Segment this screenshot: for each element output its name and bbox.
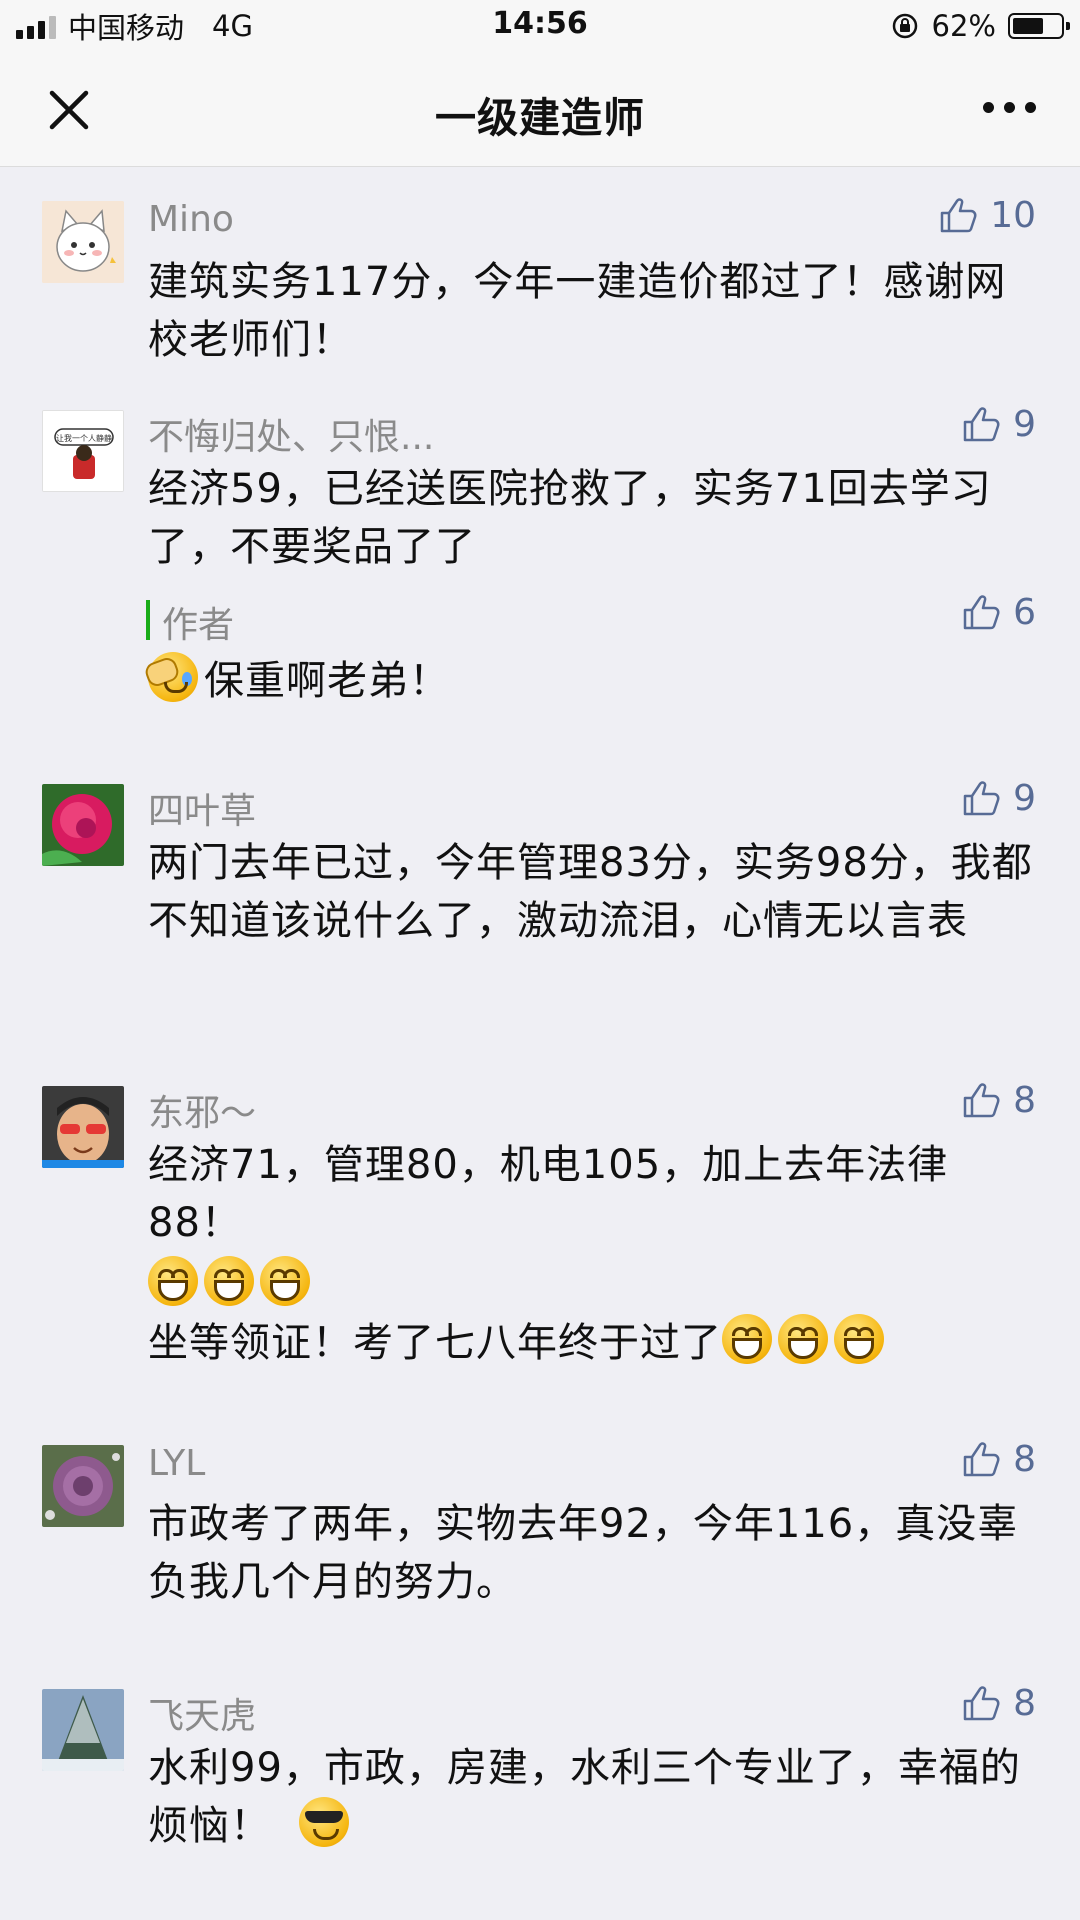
comment-text: 两门去年已过，今年管理83分，实务98分，我都不知道该说什么了，激动流泪，心情无…: [148, 840, 1033, 944]
thumbs-up-icon: [963, 1442, 1000, 1477]
status-bar: 中国移动 4G 14:56 62%: [0, 0, 1080, 52]
like-count: 8: [1013, 1079, 1036, 1121]
comment-author[interactable]: 四叶草: [148, 782, 256, 834]
grin-emoji-icon: [834, 1314, 884, 1364]
comment-item: 四叶草 9 两门去年已过，今年管理83分，实务98分，我都不知道该说什么了，激动…: [0, 778, 1080, 1054]
grin-emoji-icon: [778, 1314, 828, 1364]
like-count: 10: [990, 194, 1036, 236]
comment-text: 经济59，已经送医院抢救了，实务71回去学习了，不要奖品了了: [148, 466, 992, 570]
thumbs-up-icon: [963, 1083, 1000, 1118]
comment-text: 经济71，管理80，机电105，加上去年法律88！ 坐等领证！考了七八年终于过了: [148, 1136, 1038, 1372]
like-button[interactable]: 9: [959, 776, 1036, 820]
comment-text: 水利99，市政，房建，水利三个专业了，幸福的烦恼！: [148, 1739, 1038, 1855]
thumbs-up-icon: [940, 198, 977, 233]
avatar[interactable]: [42, 784, 124, 866]
like-button[interactable]: 10: [936, 193, 1036, 237]
emoji-row: [148, 1252, 1038, 1314]
comment-text: 市政考了两年，实物去年92，今年116，真没辜负我几个月的努力。: [148, 1501, 1019, 1605]
grin-emoji-icon: [722, 1314, 772, 1364]
like-count: 9: [1013, 777, 1036, 819]
like-button[interactable]: 8: [959, 1437, 1036, 1481]
more-icon[interactable]: [983, 102, 1036, 113]
status-right: 62%: [890, 8, 1070, 44]
comment-author[interactable]: Mino: [148, 199, 234, 240]
rotation-lock-icon: [890, 11, 920, 41]
avatar[interactable]: [42, 1086, 124, 1168]
grin-emoji-icon: [204, 1256, 254, 1306]
author-reply-bar: [146, 600, 150, 640]
like-button[interactable]: 9: [959, 402, 1036, 446]
facepalm-emoji-icon: [142, 652, 198, 702]
thumbs-up-icon: [963, 1686, 1000, 1721]
like-button[interactable]: 6: [959, 590, 1036, 634]
page-title: 一级建造师: [435, 94, 645, 142]
nav-bar: 一级建造师: [0, 52, 1080, 167]
thumbs-up-icon: [963, 781, 1000, 816]
comment-item: 东邪～ 8 经济71，管理80，机电105，加上去年法律88！ 坐等领证！考了七…: [0, 1080, 1080, 1406]
comment-author[interactable]: LYL: [148, 1443, 205, 1484]
author-reply-text: 保重啊老弟！: [142, 652, 1038, 710]
avatar[interactable]: [42, 1689, 124, 1771]
comment-author[interactable]: 东邪～: [148, 1084, 256, 1136]
comment-item: 让我一个人静静 不悔归处、只恨... 9 经济59，已经送医院抢救了，实务71回…: [0, 404, 1080, 750]
like-count: 9: [1013, 403, 1036, 445]
avatar[interactable]: [42, 201, 124, 283]
thumbs-up-icon: [963, 407, 1000, 442]
battery-percent: 62%: [931, 9, 996, 43]
author-label: 作者: [162, 605, 235, 646]
grin-emoji-icon: [260, 1256, 310, 1306]
avatar-text: 让我一个人静静: [56, 433, 112, 443]
comment-author[interactable]: 飞天虎: [148, 1687, 256, 1739]
avatar[interactable]: 让我一个人静静: [42, 410, 124, 492]
comment-author[interactable]: 不悔归处、只恨...: [148, 408, 434, 460]
thumbs-up-icon: [963, 595, 1000, 630]
like-count: 8: [1013, 1438, 1036, 1480]
comment-text-part: 坐等领证！考了七八年终于过了: [148, 1320, 722, 1366]
like-button[interactable]: 8: [959, 1681, 1036, 1725]
like-count: 6: [1013, 591, 1036, 633]
reply-text: 保重啊老弟！: [204, 658, 450, 704]
comment-item: LYL 8 市政考了两年，实物去年92，今年116，真没辜负我几个月的努力。: [0, 1439, 1080, 1665]
comment-text-line: 坐等领证！考了七八年终于过了: [148, 1314, 1038, 1372]
avatar[interactable]: [42, 1445, 124, 1527]
comment-item: Mino 10 建筑实务117分，今年一建造价都过了！感谢网校老师们！: [0, 167, 1080, 387]
like-button[interactable]: 8: [959, 1078, 1036, 1122]
sunglasses-emoji-icon: [298, 1797, 349, 1847]
comment-text: 建筑实务117分，今年一建造价都过了！感谢网校老师们！: [148, 259, 1007, 363]
like-count: 8: [1013, 1682, 1036, 1724]
comment-text-line: 经济71，管理80，机电105，加上去年法律88！: [148, 1142, 949, 1246]
comment-text-part: 水利99，市政，房建，水利三个专业了，幸福的烦恼！: [148, 1745, 1021, 1849]
grin-emoji-icon: [148, 1256, 198, 1306]
battery-icon: [1008, 13, 1070, 39]
comment-item: 飞天虎 8 水利99，市政，房建，水利三个专业了，幸福的烦恼！: [0, 1683, 1080, 1909]
